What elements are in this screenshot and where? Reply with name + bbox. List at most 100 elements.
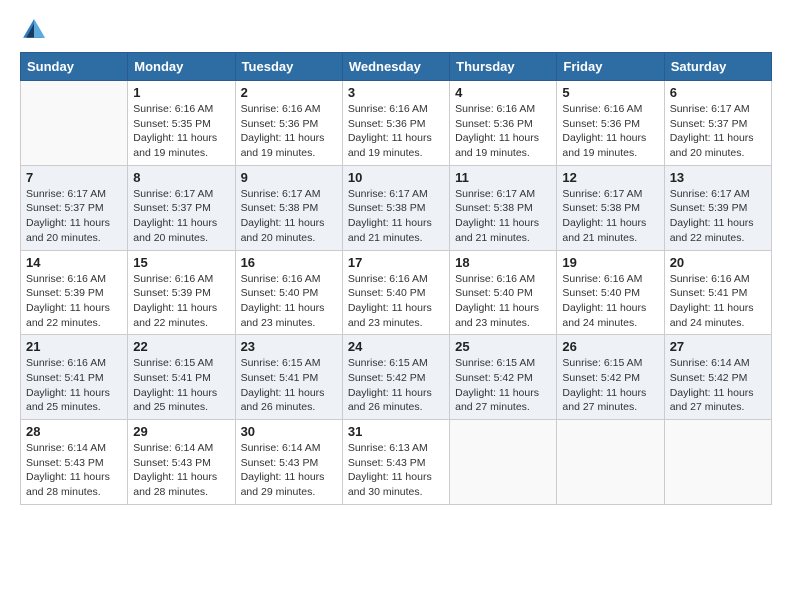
calendar-cell: 17 Sunrise: 6:16 AM Sunset: 5:40 PM Dayli… <box>342 250 449 335</box>
day-info: Sunrise: 6:14 AM Sunset: 5:43 PM Dayligh… <box>133 441 229 500</box>
day-info: Sunrise: 6:15 AM Sunset: 5:42 PM Dayligh… <box>562 356 658 415</box>
week-row-3: 14Sunrise: 6:16 AM Sunset: 5:39 PM Dayli… <box>21 250 772 335</box>
day-info: Sunrise: 6:17 AM Sunset: 5:37 PM Dayligh… <box>133 187 229 246</box>
calendar-cell: 26 Sunrise: 6:15 AM Sunset: 5:42 PM Dayli… <box>557 335 664 420</box>
day-number: 30 <box>241 424 337 439</box>
calendar-cell: 16 Sunrise: 6:16 AM Sunset: 5:40 PM Dayli… <box>235 250 342 335</box>
calendar-cell: 1 Sunrise: 6:16 AM Sunset: 5:35 PM Daylig… <box>128 81 235 166</box>
day-info: Sunrise: 6:16 AM Sunset: 5:36 PM Dayligh… <box>348 102 444 161</box>
week-row-5: 28 Sunrise: 6:14 AM Sunset: 5:43 PM Dayli… <box>21 420 772 505</box>
day-number: 15 <box>133 255 229 270</box>
day-info: Sunrise: 6:17 AM Sunset: 5:38 PM Dayligh… <box>455 187 551 246</box>
day-number: 19 <box>562 255 658 270</box>
day-number: 20 <box>670 255 766 270</box>
calendar-cell: 31 Sunrise: 6:13 AM Sunset: 5:43 PM Dayli… <box>342 420 449 505</box>
day-info: Sunrise: 6:17 AM Sunset: 5:37 PM Dayligh… <box>670 102 766 161</box>
day-info: Sunrise: 6:15 AM Sunset: 5:41 PM Dayligh… <box>133 356 229 415</box>
day-number: 23 <box>241 339 337 354</box>
day-info: Sunrise: 6:16 AM Sunset: 5:35 PM Dayligh… <box>133 102 229 161</box>
weekday-saturday: Saturday <box>664 53 771 81</box>
day-number: 16 <box>241 255 337 270</box>
logo-icon <box>20 16 48 44</box>
day-number: 10 <box>348 170 444 185</box>
day-info: Sunrise: 6:16 AM Sunset: 5:40 PM Dayligh… <box>348 272 444 331</box>
day-number: 17 <box>348 255 444 270</box>
day-number: 1 <box>133 85 229 100</box>
day-info: Sunrise: 6:14 AM Sunset: 5:43 PM Dayligh… <box>26 441 122 500</box>
calendar-cell: 15 Sunrise: 6:16 AM Sunset: 5:39 PM Dayli… <box>128 250 235 335</box>
day-number: 12 <box>562 170 658 185</box>
day-info: Sunrise: 6:17 AM Sunset: 5:38 PM Dayligh… <box>348 187 444 246</box>
calendar-cell: 14Sunrise: 6:16 AM Sunset: 5:39 PM Dayli… <box>21 250 128 335</box>
calendar-cell: 23 Sunrise: 6:15 AM Sunset: 5:41 PM Dayli… <box>235 335 342 420</box>
header <box>20 16 772 44</box>
day-info: Sunrise: 6:17 AM Sunset: 5:37 PM Dayligh… <box>26 187 122 246</box>
day-number: 25 <box>455 339 551 354</box>
calendar-cell: 11 Sunrise: 6:17 AM Sunset: 5:38 PM Dayli… <box>450 165 557 250</box>
day-info: Sunrise: 6:17 AM Sunset: 5:38 PM Dayligh… <box>562 187 658 246</box>
day-number: 18 <box>455 255 551 270</box>
calendar-cell: 19 Sunrise: 6:16 AM Sunset: 5:40 PM Dayli… <box>557 250 664 335</box>
calendar-cell: 13 Sunrise: 6:17 AM Sunset: 5:39 PM Dayli… <box>664 165 771 250</box>
calendar-cell: 5 Sunrise: 6:16 AM Sunset: 5:36 PM Daylig… <box>557 81 664 166</box>
day-number: 13 <box>670 170 766 185</box>
day-number: 11 <box>455 170 551 185</box>
day-number: 27 <box>670 339 766 354</box>
day-info: Sunrise: 6:16 AM Sunset: 5:36 PM Dayligh… <box>455 102 551 161</box>
weekday-wednesday: Wednesday <box>342 53 449 81</box>
weekday-tuesday: Tuesday <box>235 53 342 81</box>
weekday-monday: Monday <box>128 53 235 81</box>
calendar-cell: 10 Sunrise: 6:17 AM Sunset: 5:38 PM Dayli… <box>342 165 449 250</box>
calendar-cell: 6 Sunrise: 6:17 AM Sunset: 5:37 PM Daylig… <box>664 81 771 166</box>
calendar-cell: 3 Sunrise: 6:16 AM Sunset: 5:36 PM Daylig… <box>342 81 449 166</box>
logo <box>20 16 52 44</box>
calendar-cell: 25Sunrise: 6:15 AM Sunset: 5:42 PM Dayli… <box>450 335 557 420</box>
calendar-cell: 27 Sunrise: 6:14 AM Sunset: 5:42 PM Dayli… <box>664 335 771 420</box>
day-number: 3 <box>348 85 444 100</box>
day-number: 24 <box>348 339 444 354</box>
day-number: 5 <box>562 85 658 100</box>
day-info: Sunrise: 6:16 AM Sunset: 5:40 PM Dayligh… <box>241 272 337 331</box>
day-number: 6 <box>670 85 766 100</box>
calendar-cell: 20 Sunrise: 6:16 AM Sunset: 5:41 PM Dayli… <box>664 250 771 335</box>
calendar-cell: 30Sunrise: 6:14 AM Sunset: 5:43 PM Dayli… <box>235 420 342 505</box>
calendar: SundayMondayTuesdayWednesdayThursdayFrid… <box>20 52 772 505</box>
day-info: Sunrise: 6:16 AM Sunset: 5:41 PM Dayligh… <box>26 356 122 415</box>
calendar-cell: 22 Sunrise: 6:15 AM Sunset: 5:41 PM Dayli… <box>128 335 235 420</box>
calendar-cell <box>450 420 557 505</box>
calendar-cell: 18 Sunrise: 6:16 AM Sunset: 5:40 PM Dayli… <box>450 250 557 335</box>
calendar-cell: 29Sunrise: 6:14 AM Sunset: 5:43 PM Dayli… <box>128 420 235 505</box>
day-info: Sunrise: 6:16 AM Sunset: 5:36 PM Dayligh… <box>241 102 337 161</box>
weekday-friday: Friday <box>557 53 664 81</box>
day-info: Sunrise: 6:17 AM Sunset: 5:39 PM Dayligh… <box>670 187 766 246</box>
day-info: Sunrise: 6:16 AM Sunset: 5:41 PM Dayligh… <box>670 272 766 331</box>
calendar-cell: 9Sunrise: 6:17 AM Sunset: 5:38 PM Daylig… <box>235 165 342 250</box>
day-number: 31 <box>348 424 444 439</box>
calendar-cell: 21 Sunrise: 6:16 AM Sunset: 5:41 PM Dayli… <box>21 335 128 420</box>
day-number: 7 <box>26 170 122 185</box>
day-info: Sunrise: 6:14 AM Sunset: 5:42 PM Dayligh… <box>670 356 766 415</box>
calendar-cell: 8 Sunrise: 6:17 AM Sunset: 5:37 PM Daylig… <box>128 165 235 250</box>
day-info: Sunrise: 6:16 AM Sunset: 5:39 PM Dayligh… <box>26 272 122 331</box>
calendar-cell: 4 Sunrise: 6:16 AM Sunset: 5:36 PM Daylig… <box>450 81 557 166</box>
day-number: 22 <box>133 339 229 354</box>
calendar-cell: 24 Sunrise: 6:15 AM Sunset: 5:42 PM Dayli… <box>342 335 449 420</box>
day-number: 4 <box>455 85 551 100</box>
day-number: 8 <box>133 170 229 185</box>
day-info: Sunrise: 6:15 AM Sunset: 5:42 PM Dayligh… <box>348 356 444 415</box>
day-info: Sunrise: 6:15 AM Sunset: 5:41 PM Dayligh… <box>241 356 337 415</box>
day-number: 2 <box>241 85 337 100</box>
day-info: Sunrise: 6:16 AM Sunset: 5:40 PM Dayligh… <box>455 272 551 331</box>
day-info: Sunrise: 6:16 AM Sunset: 5:40 PM Dayligh… <box>562 272 658 331</box>
day-info: Sunrise: 6:13 AM Sunset: 5:43 PM Dayligh… <box>348 441 444 500</box>
calendar-cell: 12 Sunrise: 6:17 AM Sunset: 5:38 PM Dayli… <box>557 165 664 250</box>
day-number: 21 <box>26 339 122 354</box>
weekday-sunday: Sunday <box>21 53 128 81</box>
day-number: 28 <box>26 424 122 439</box>
day-info: Sunrise: 6:17 AM Sunset: 5:38 PM Dayligh… <box>241 187 337 246</box>
page: SundayMondayTuesdayWednesdayThursdayFrid… <box>0 0 792 612</box>
day-info: Sunrise: 6:16 AM Sunset: 5:36 PM Dayligh… <box>562 102 658 161</box>
day-number: 26 <box>562 339 658 354</box>
weekday-header-row: SundayMondayTuesdayWednesdayThursdayFrid… <box>21 53 772 81</box>
day-info: Sunrise: 6:16 AM Sunset: 5:39 PM Dayligh… <box>133 272 229 331</box>
